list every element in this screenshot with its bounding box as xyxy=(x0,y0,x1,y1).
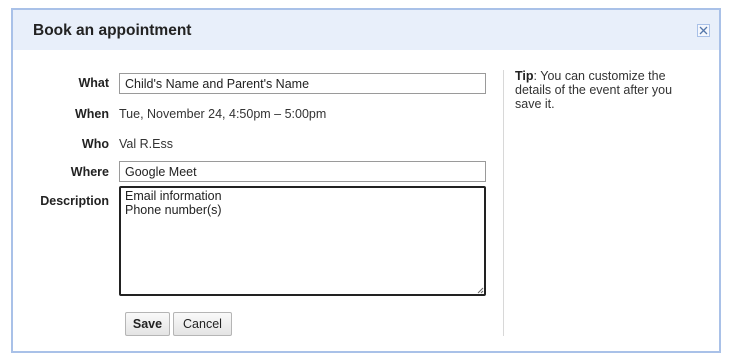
what-label: What xyxy=(78,76,109,90)
form-labels: What When Who Where Description xyxy=(13,10,109,351)
tip-text: : You can customize the details of the e… xyxy=(515,69,673,111)
when-label: When xyxy=(74,107,109,121)
where-input[interactable] xyxy=(119,161,486,182)
cancel-button[interactable]: Cancel xyxy=(173,312,232,336)
who-label: Who xyxy=(81,137,109,151)
where-label: Where xyxy=(70,165,109,179)
save-button[interactable]: Save xyxy=(125,312,170,336)
tip-panel: Tip: You can customize the details of th… xyxy=(515,69,695,111)
when-value: Tue, November 24, 4:50pm – 5:00pm xyxy=(119,107,327,121)
tip-heading: Tip xyxy=(515,69,534,83)
book-appointment-dialog: Book an appointment What When Who Where … xyxy=(11,8,721,353)
who-value: Val R.Ess xyxy=(119,137,173,151)
vertical-divider xyxy=(503,70,504,336)
description-label: Description xyxy=(40,194,109,208)
what-input[interactable] xyxy=(119,73,486,94)
description-textarea[interactable] xyxy=(119,186,486,296)
dialog-body: What When Who Where Description Tue, Nov… xyxy=(13,10,719,351)
resize-grip-icon[interactable] xyxy=(477,287,484,294)
